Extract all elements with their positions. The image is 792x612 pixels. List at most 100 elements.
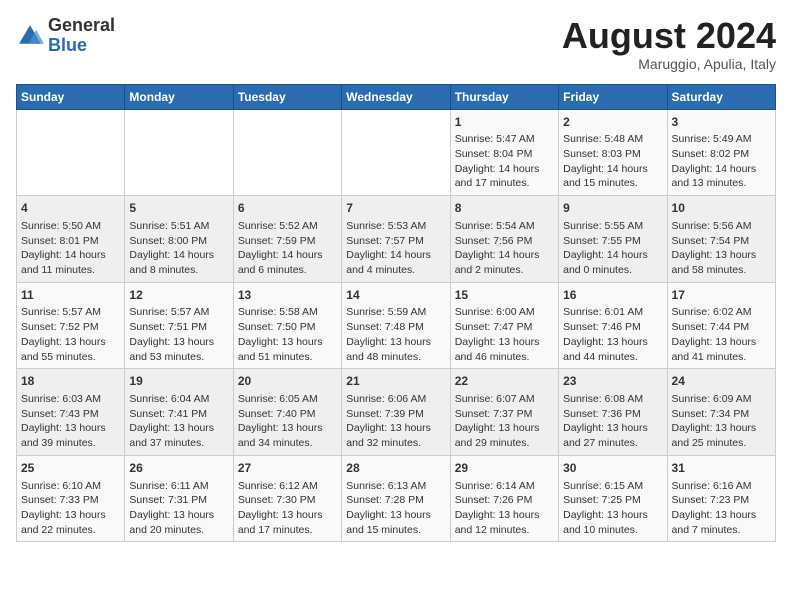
calendar-cell: 26Sunrise: 6:11 AMSunset: 7:31 PMDayligh… xyxy=(125,455,233,542)
day-info: Sunrise: 5:55 AM xyxy=(563,219,662,234)
location-subtitle: Maruggio, Apulia, Italy xyxy=(562,56,776,72)
day-info: Sunset: 7:30 PM xyxy=(238,493,337,508)
header-saturday: Saturday xyxy=(667,84,775,109)
day-info: Sunset: 7:25 PM xyxy=(563,493,662,508)
day-info: Daylight: 14 hours xyxy=(129,248,228,263)
day-info: Sunrise: 6:02 AM xyxy=(672,305,771,320)
day-info: Sunset: 7:31 PM xyxy=(129,493,228,508)
day-info: Sunrise: 5:52 AM xyxy=(238,219,337,234)
day-info: Sunrise: 5:54 AM xyxy=(455,219,554,234)
day-info: and 8 minutes. xyxy=(129,263,228,278)
logo-general: General xyxy=(48,16,115,36)
day-info: Sunrise: 5:47 AM xyxy=(455,132,554,147)
day-number: 1 xyxy=(455,114,554,131)
day-info: and 15 minutes. xyxy=(563,176,662,191)
title-block: August 2024 Maruggio, Apulia, Italy xyxy=(562,16,776,72)
day-number: 10 xyxy=(672,200,771,217)
day-info: and 11 minutes. xyxy=(21,263,120,278)
day-info: Sunset: 7:57 PM xyxy=(346,234,445,249)
day-info: Sunrise: 5:56 AM xyxy=(672,219,771,234)
day-info: Daylight: 14 hours xyxy=(238,248,337,263)
day-info: Daylight: 14 hours xyxy=(346,248,445,263)
day-number: 31 xyxy=(672,460,771,477)
calendar-cell: 6Sunrise: 5:52 AMSunset: 7:59 PMDaylight… xyxy=(233,196,341,283)
day-number: 16 xyxy=(563,287,662,304)
logo-icon xyxy=(16,22,44,50)
page-header: General Blue August 2024 Maruggio, Apuli… xyxy=(16,16,776,72)
logo-blue: Blue xyxy=(48,36,115,56)
calendar-cell: 5Sunrise: 5:51 AMSunset: 8:00 PMDaylight… xyxy=(125,196,233,283)
day-info: Sunrise: 5:57 AM xyxy=(129,305,228,320)
day-info: Sunset: 7:23 PM xyxy=(672,493,771,508)
day-info: Sunset: 8:02 PM xyxy=(672,147,771,162)
day-info: Daylight: 14 hours xyxy=(563,248,662,263)
day-info: Daylight: 13 hours xyxy=(346,335,445,350)
day-info: Sunrise: 6:04 AM xyxy=(129,392,228,407)
calendar-cell: 24Sunrise: 6:09 AMSunset: 7:34 PMDayligh… xyxy=(667,369,775,456)
day-info: Daylight: 13 hours xyxy=(455,421,554,436)
day-info: Daylight: 13 hours xyxy=(563,508,662,523)
day-number: 20 xyxy=(238,373,337,390)
day-info: Sunrise: 6:07 AM xyxy=(455,392,554,407)
day-number: 29 xyxy=(455,460,554,477)
day-info: and 46 minutes. xyxy=(455,350,554,365)
day-info: and 15 minutes. xyxy=(346,523,445,538)
day-info: Daylight: 13 hours xyxy=(21,335,120,350)
day-info: and 32 minutes. xyxy=(346,436,445,451)
day-info: Sunset: 7:50 PM xyxy=(238,320,337,335)
day-info: Sunrise: 6:15 AM xyxy=(563,479,662,494)
day-number: 6 xyxy=(238,200,337,217)
day-info: Daylight: 13 hours xyxy=(129,421,228,436)
day-info: Sunrise: 6:08 AM xyxy=(563,392,662,407)
day-info: and 37 minutes. xyxy=(129,436,228,451)
day-info: and 2 minutes. xyxy=(455,263,554,278)
day-info: Daylight: 14 hours xyxy=(455,248,554,263)
day-info: Sunrise: 6:13 AM xyxy=(346,479,445,494)
calendar-cell: 21Sunrise: 6:06 AMSunset: 7:39 PMDayligh… xyxy=(342,369,450,456)
day-info: Daylight: 13 hours xyxy=(455,508,554,523)
day-number: 8 xyxy=(455,200,554,217)
day-info: and 20 minutes. xyxy=(129,523,228,538)
calendar-cell: 15Sunrise: 6:00 AMSunset: 7:47 PMDayligh… xyxy=(450,282,558,369)
calendar-cell xyxy=(125,109,233,196)
calendar-week-1: 4Sunrise: 5:50 AMSunset: 8:01 PMDaylight… xyxy=(17,196,776,283)
day-info: Sunset: 7:26 PM xyxy=(455,493,554,508)
day-info: Sunrise: 5:50 AM xyxy=(21,219,120,234)
header-tuesday: Tuesday xyxy=(233,84,341,109)
day-info: and 41 minutes. xyxy=(672,350,771,365)
day-info: Sunrise: 6:11 AM xyxy=(129,479,228,494)
header-thursday: Thursday xyxy=(450,84,558,109)
calendar-cell: 31Sunrise: 6:16 AMSunset: 7:23 PMDayligh… xyxy=(667,455,775,542)
day-number: 30 xyxy=(563,460,662,477)
calendar-cell: 23Sunrise: 6:08 AMSunset: 7:36 PMDayligh… xyxy=(559,369,667,456)
day-info: Daylight: 13 hours xyxy=(563,421,662,436)
calendar-cell: 9Sunrise: 5:55 AMSunset: 7:55 PMDaylight… xyxy=(559,196,667,283)
day-info: Sunrise: 5:48 AM xyxy=(563,132,662,147)
calendar-cell: 7Sunrise: 5:53 AMSunset: 7:57 PMDaylight… xyxy=(342,196,450,283)
day-info: Sunrise: 6:09 AM xyxy=(672,392,771,407)
day-info: and 58 minutes. xyxy=(672,263,771,278)
day-info: Sunset: 8:00 PM xyxy=(129,234,228,249)
calendar-cell: 12Sunrise: 5:57 AMSunset: 7:51 PMDayligh… xyxy=(125,282,233,369)
day-info: Daylight: 14 hours xyxy=(672,162,771,177)
day-number: 2 xyxy=(563,114,662,131)
calendar-cell: 11Sunrise: 5:57 AMSunset: 7:52 PMDayligh… xyxy=(17,282,125,369)
day-info: Daylight: 13 hours xyxy=(346,508,445,523)
day-info: Sunset: 8:03 PM xyxy=(563,147,662,162)
day-number: 28 xyxy=(346,460,445,477)
day-info: Sunrise: 6:10 AM xyxy=(21,479,120,494)
day-info: and 10 minutes. xyxy=(563,523,662,538)
day-info: and 17 minutes. xyxy=(455,176,554,191)
day-info: Sunset: 8:04 PM xyxy=(455,147,554,162)
day-info: and 6 minutes. xyxy=(238,263,337,278)
day-info: Daylight: 14 hours xyxy=(455,162,554,177)
day-info: and 17 minutes. xyxy=(238,523,337,538)
day-info: Sunrise: 6:00 AM xyxy=(455,305,554,320)
day-info: Sunset: 8:01 PM xyxy=(21,234,120,249)
day-number: 3 xyxy=(672,114,771,131)
day-info: and 22 minutes. xyxy=(21,523,120,538)
header-sunday: Sunday xyxy=(17,84,125,109)
day-number: 7 xyxy=(346,200,445,217)
day-number: 24 xyxy=(672,373,771,390)
day-number: 5 xyxy=(129,200,228,217)
